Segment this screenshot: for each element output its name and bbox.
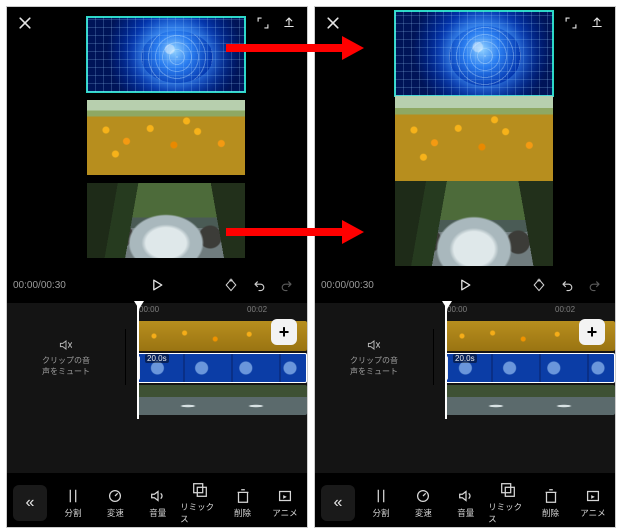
- play-button[interactable]: [457, 277, 473, 293]
- mute-label-1: クリップの音: [350, 356, 398, 366]
- timecode: 00:00/00:30: [13, 280, 66, 291]
- track-clip-creek[interactable]: [137, 385, 307, 415]
- preview-clip-flowers[interactable]: [395, 96, 553, 181]
- undo-icon[interactable]: [557, 275, 577, 295]
- undo-icon[interactable]: [249, 275, 269, 295]
- editor-panel-before: 00:00/00:30 00:00 00:02 クリップの音 声をミュート: [6, 6, 308, 528]
- play-button[interactable]: [149, 277, 165, 293]
- collapse-toolbar-button[interactable]: «: [13, 485, 47, 521]
- tool-anim[interactable]: アニメ: [265, 487, 305, 519]
- add-clip-button[interactable]: +: [271, 319, 297, 345]
- redo-icon[interactable]: [585, 275, 605, 295]
- playhead[interactable]: [445, 303, 447, 419]
- tracks: 20.0s +: [445, 321, 615, 351]
- tool-speed[interactable]: 変速: [403, 487, 443, 519]
- clip-duration-badge: 20.0s: [453, 354, 477, 363]
- close-icon[interactable]: [323, 13, 343, 33]
- close-icon[interactable]: [15, 13, 35, 33]
- tool-volume[interactable]: 音量: [138, 487, 178, 519]
- preview-stack: [395, 11, 553, 266]
- playhead[interactable]: [137, 303, 139, 419]
- time-ruler[interactable]: 00:00 00:02: [445, 303, 615, 317]
- tool-delete[interactable]: 削除: [223, 487, 263, 519]
- preview-clip-creek[interactable]: [395, 181, 553, 266]
- clip-duration-badge: 20.0s: [145, 354, 169, 363]
- mute-clip-audio[interactable]: クリップの音 声をミュート: [315, 329, 434, 385]
- add-clip-button[interactable]: +: [579, 319, 605, 345]
- preview-clip-globe[interactable]: [395, 11, 553, 96]
- mute-label-2: 声をミュート: [350, 367, 398, 377]
- timeline: 00:00 00:02 クリップの音 声をミュート 20.0s +: [315, 303, 615, 473]
- ruler-tick: 00:00: [139, 305, 159, 314]
- preview-clip-creek[interactable]: [87, 183, 245, 258]
- transport-bar: 00:00/00:30: [7, 269, 307, 301]
- transport-bar: 00:00/00:30: [315, 269, 615, 301]
- track-clip-globe[interactable]: 20.0s: [445, 353, 615, 383]
- mute-label-2: 声をミュート: [42, 367, 90, 377]
- preview-clip-flowers[interactable]: [87, 100, 245, 175]
- fullscreen-icon[interactable]: [561, 13, 581, 33]
- tool-volume[interactable]: 音量: [446, 487, 486, 519]
- timecode: 00:00/00:30: [321, 280, 374, 291]
- ruler-tick: 00:02: [247, 305, 267, 314]
- timeline: 00:00 00:02 クリップの音 声をミュート 20.0s +: [7, 303, 307, 473]
- ruler-tick: 00:00: [447, 305, 467, 314]
- tool-remix[interactable]: リミックス: [180, 481, 220, 525]
- export-icon[interactable]: [279, 13, 299, 33]
- ruler-tick: 00:02: [555, 305, 575, 314]
- keyframe-icon[interactable]: [529, 275, 549, 295]
- preview-stack: [87, 17, 245, 258]
- tracks: 20.0s +: [137, 321, 307, 351]
- tool-delete[interactable]: 削除: [531, 487, 571, 519]
- export-icon[interactable]: [587, 13, 607, 33]
- track-clip-creek[interactable]: [445, 385, 615, 415]
- bottom-toolbar: « 分割 変速 音量 リミックス 削除 アニメ: [315, 479, 615, 527]
- tool-remix[interactable]: リミックス: [488, 481, 528, 525]
- mute-clip-audio[interactable]: クリップの音 声をミュート: [7, 329, 126, 385]
- preview-clip-globe[interactable]: [87, 17, 245, 92]
- time-ruler[interactable]: 00:00 00:02: [137, 303, 307, 317]
- tool-split[interactable]: 分割: [53, 487, 93, 519]
- redo-icon[interactable]: [277, 275, 297, 295]
- tool-anim[interactable]: アニメ: [573, 487, 613, 519]
- track-clip-globe[interactable]: 20.0s: [137, 353, 307, 383]
- tool-split[interactable]: 分割: [361, 487, 401, 519]
- mute-label-1: クリップの音: [42, 356, 90, 366]
- comparison-stage: { "timecode": { "current": "00:00", "tot…: [0, 0, 620, 532]
- editor-panel-after: 00:00/00:30 00:00 00:02 クリップの音 声をミュート: [314, 6, 616, 528]
- keyframe-icon[interactable]: [221, 275, 241, 295]
- collapse-toolbar-button[interactable]: «: [321, 485, 355, 521]
- bottom-toolbar: « 分割 変速 音量 リミックス 削除 アニメ: [7, 479, 307, 527]
- fullscreen-icon[interactable]: [253, 13, 273, 33]
- tool-speed[interactable]: 変速: [95, 487, 135, 519]
